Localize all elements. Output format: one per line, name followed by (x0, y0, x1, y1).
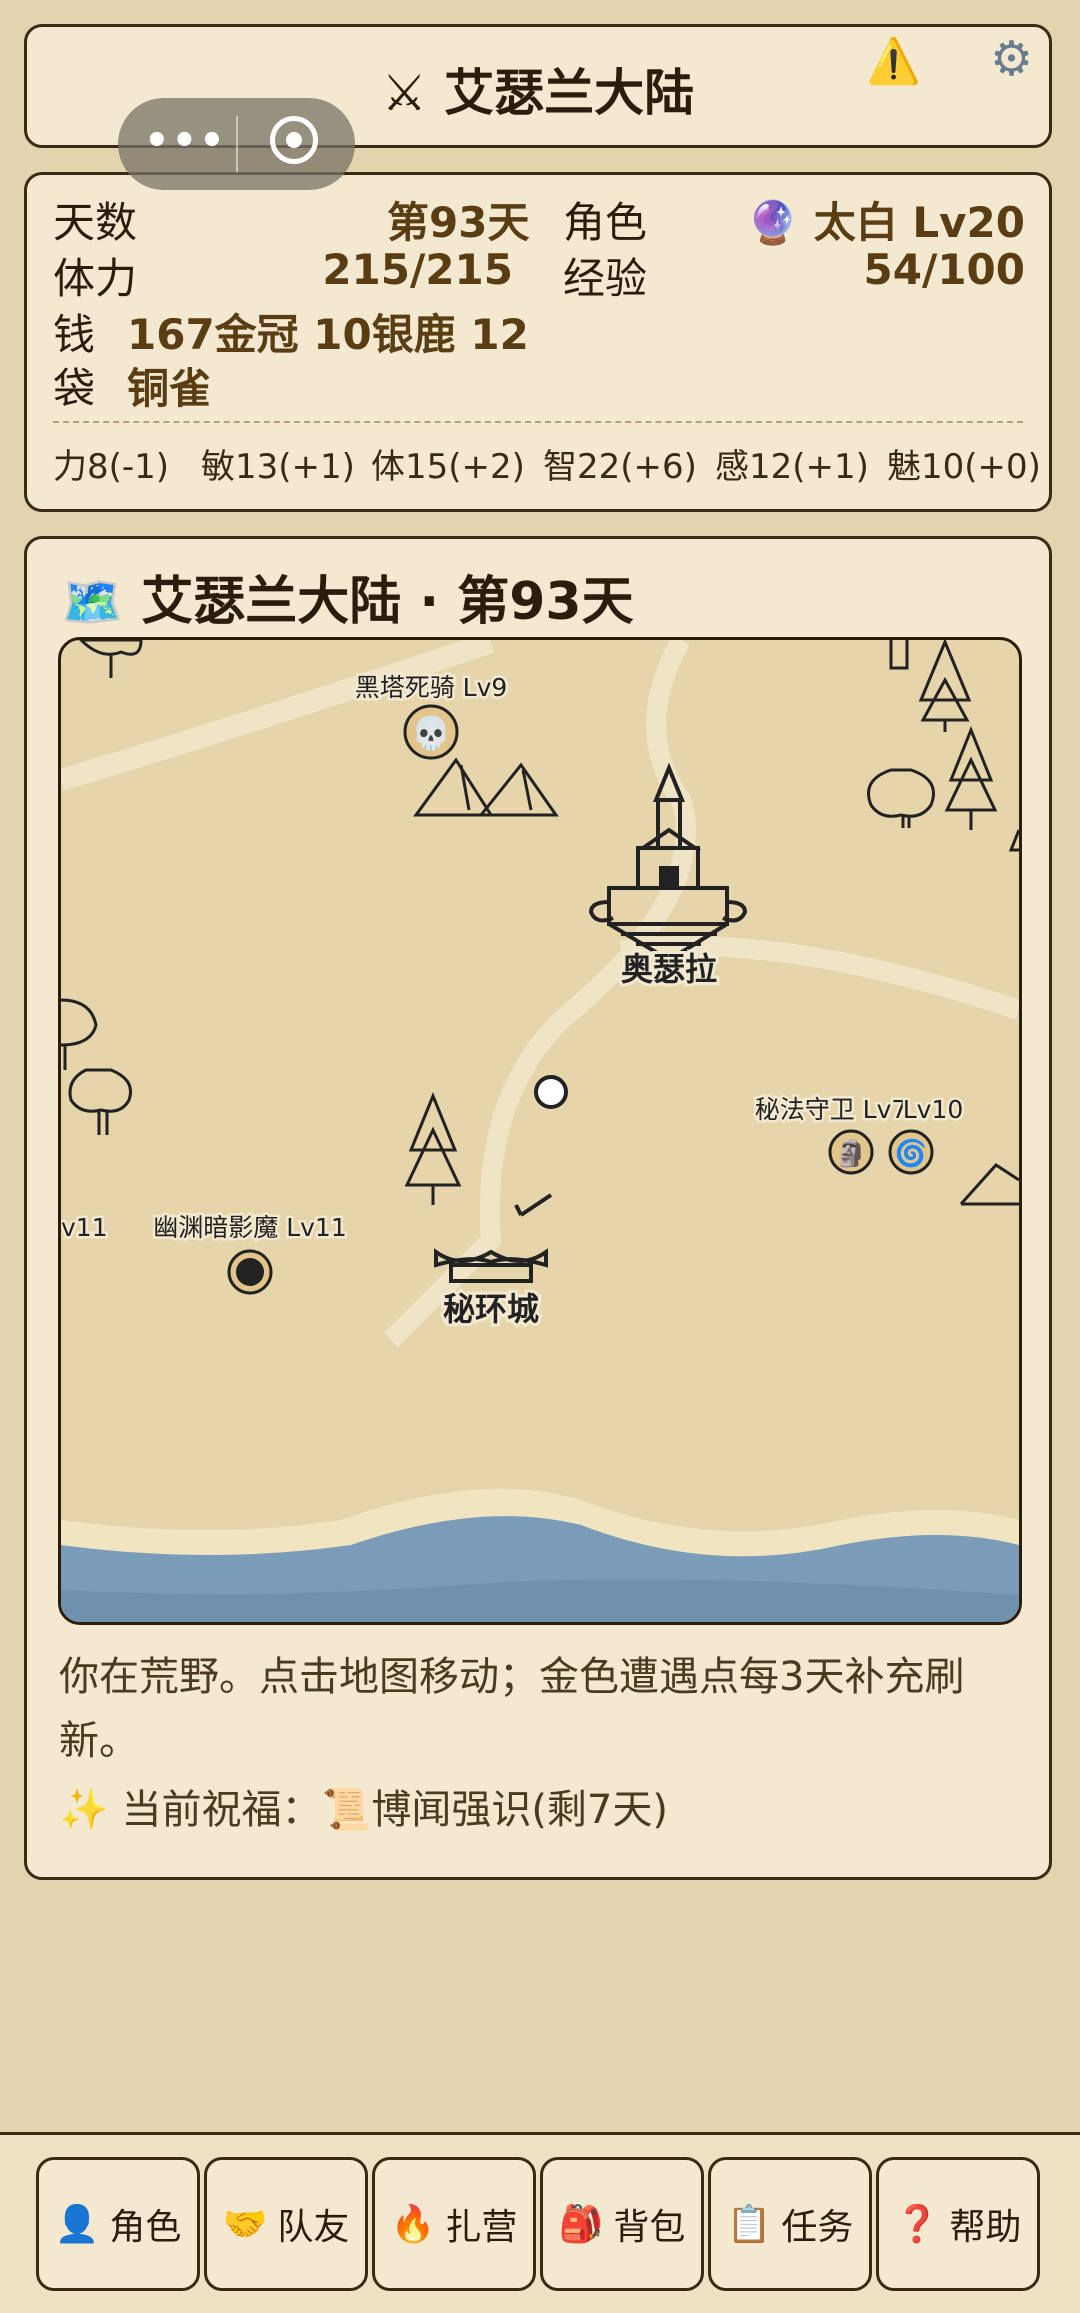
city-label-mihuan: 秘环城 (443, 1290, 539, 1328)
enemy-label-guardian-lv: Lv10 (903, 1095, 964, 1124)
svg-text:🗿: 🗿 (835, 1138, 867, 1169)
question-icon: ❓ (894, 2204, 940, 2245)
fire-icon: 🔥 (390, 2204, 436, 2245)
svg-text:💀: 💀 (411, 714, 451, 752)
attr-cha: 魅10(+0) (887, 447, 1041, 487)
role-value[interactable]: 🔮 太白 Lv20 (747, 189, 1025, 250)
divider (53, 421, 1023, 423)
stamina-label: 体力 (53, 254, 138, 303)
enemy-vortex-token[interactable]: 🌀 (888, 1129, 934, 1175)
blessing-status: ✨ 当前祝福：📜博闻强识(剩7天) (59, 1787, 668, 1833)
attr-dex: 敏13(+1) (201, 447, 355, 487)
exp-label: 经验 (563, 254, 648, 303)
purse-value-2: 铜雀 (127, 364, 212, 413)
attr-con: 体15(+2) (371, 447, 525, 487)
attr-int: 智22(+6) (543, 447, 697, 487)
bottom-nav: 👤 角色 🤝 队友 🔥 扎营 🎒 背包 📋 任务 ❓ 帮助 (0, 2132, 1080, 2313)
nav-role-button[interactable]: 👤 角色 (36, 2157, 200, 2291)
nav-teammates-button[interactable]: 🤝 队友 (204, 2157, 368, 2291)
attr-str: 力8(-1) (53, 447, 170, 487)
nav-quests-button[interactable]: 📋 任务 (708, 2157, 872, 2291)
player-marker (534, 1075, 568, 1109)
warning-icon[interactable]: ⚠️ (866, 35, 921, 87)
enemy-label-abyss: 幽渊暗影魔 Lv11 (153, 1213, 346, 1242)
person-icon: 👤 (54, 2204, 100, 2245)
clipboard-icon: 📋 (726, 2204, 772, 2245)
attr-wis: 感12(+1) (715, 447, 869, 487)
handshake-icon: 🤝 (222, 2204, 268, 2245)
city-label-osella: 奥瑟拉 (621, 950, 717, 988)
nav-help-label: 帮助 (949, 2207, 1022, 2248)
map-description: 你在荒野。点击地图移动；金色遭遇点每3天补充刷新。 (59, 1654, 965, 1764)
gear-icon[interactable]: ⚙ (990, 31, 1033, 87)
enemy-guardian-token[interactable]: 🗿 (828, 1129, 874, 1175)
nav-help-button[interactable]: ❓ 帮助 (876, 2157, 1040, 2291)
svg-text:🌀: 🌀 (895, 1137, 927, 1169)
map-title-text: 艾瑟兰大陆 · 第93天 (141, 572, 634, 632)
close-target-icon[interactable] (270, 116, 318, 164)
nav-teammates-label: 队友 (277, 2207, 350, 2248)
enemy-label-guardian: 秘法守卫 Lv7 (755, 1095, 908, 1124)
day-label: 天数 (53, 198, 138, 247)
mini-program-capsule: ••• (118, 98, 355, 190)
nav-backpack-button[interactable]: 🎒 背包 (540, 2157, 704, 2291)
purse-value-1: 167金冠 10银鹿 12 (127, 310, 529, 359)
stamina-value: 215/215 (322, 245, 513, 294)
enemy-label-black-tower: 黑塔死骑 Lv9 (355, 673, 508, 702)
role-label: 角色 (563, 198, 648, 247)
map-canvas[interactable]: 💀 🗿 🌀 黑塔死骑 Lv9 秘法守卫 Lv7 Lv10 幽渊暗影魔 Lv11 … (61, 640, 1019, 1622)
map-title: 🗺️ 艾瑟兰大陆 · 第93天 (61, 559, 634, 634)
capsule-divider (236, 116, 238, 172)
world-map-icon: 🗺️ (61, 573, 124, 631)
nav-quests-label: 任务 (781, 2207, 854, 2248)
purse-label-2: 袋 (53, 364, 96, 413)
status-panel: 天数 第93天 角色 🔮 太白 Lv20 体力 215/215 经验 54/10… (24, 172, 1052, 512)
enemy-black-tower-token[interactable]: 💀 (403, 704, 459, 760)
nav-role-label: 角色 (109, 2207, 182, 2248)
nav-camp-button[interactable]: 🔥 扎营 (372, 2157, 536, 2291)
nav-backpack-label: 背包 (613, 2207, 686, 2248)
enemy-label-edge: v11 (61, 1213, 108, 1242)
nav-camp-label: 扎营 (445, 2207, 518, 2248)
backpack-icon: 🎒 (558, 2204, 604, 2245)
more-button[interactable]: ••• (144, 118, 227, 164)
purse-label-1: 钱 (53, 310, 96, 359)
day-value: 第93天 (387, 198, 530, 247)
exp-value: 54/100 (863, 245, 1025, 294)
map-panel: 🗺️ 艾瑟兰大陆 · 第93天 💀 🗿 🌀 黑塔死骑 Lv9 秘法守卫 Lv7 … (24, 536, 1052, 1880)
world-map[interactable]: 💀 🗿 🌀 黑塔死骑 Lv9 秘法守卫 Lv7 Lv10 幽渊暗影魔 Lv11 … (58, 637, 1022, 1625)
enemy-abyss-token[interactable] (227, 1249, 273, 1295)
